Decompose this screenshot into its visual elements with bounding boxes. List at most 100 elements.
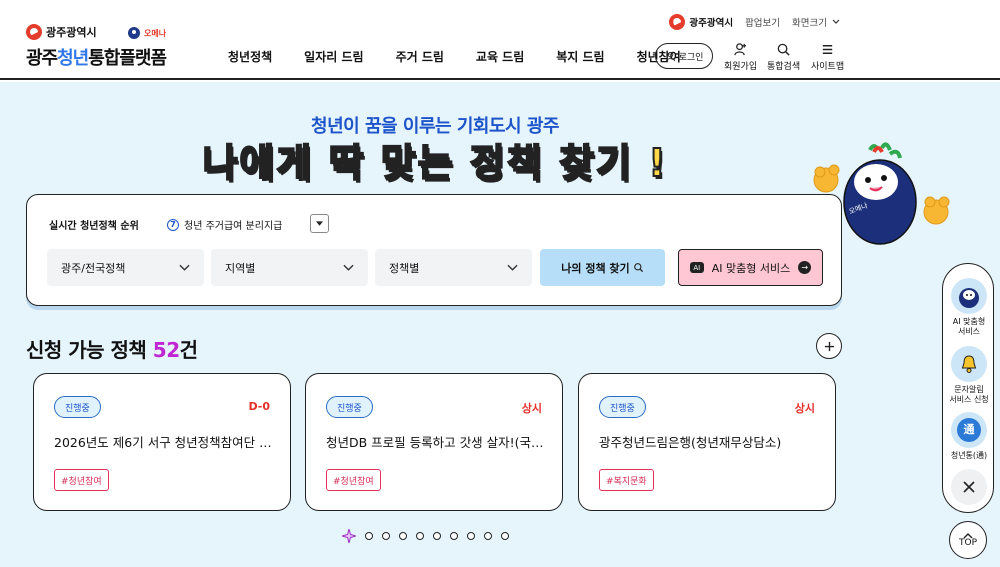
quick-menu: AI 맞춤형 서비스 문자알림 서비스 신청 通 청년통(通) [942, 263, 994, 513]
policy-tag[interactable]: #청년참여 [54, 469, 109, 491]
quick-sms-label-1: 문자알림 [954, 385, 984, 394]
region-scope-select[interactable]: 광주/전국정책 [47, 249, 204, 286]
menu-icon [822, 45, 833, 54]
user-icon [665, 51, 675, 61]
policy-type-select[interactable]: 정책별 [375, 249, 532, 286]
scroll-top-label: TOP [958, 537, 977, 548]
login-label: 로그인 [678, 52, 704, 63]
bell-icon [951, 346, 987, 382]
search-icon [633, 263, 643, 273]
main-nav: 청년정책 일자리 드림 주거 드림 교육 드림 복지 드림 청년참여 [212, 48, 697, 65]
plus-icon [824, 341, 834, 351]
policy-count-unit: 건 [179, 338, 198, 362]
policy-card[interactable]: 진행중 D-0 2026년도 제6기 서구 청년정책참여단 … #청년참여 [33, 373, 291, 511]
signup-label: 회원가입 [724, 62, 758, 72]
font-size-toggle[interactable]: 화면크기 [792, 15, 840, 29]
ai-service-button[interactable]: AI AI 맞춤형 서비스 → [678, 249, 823, 286]
nav-education[interactable]: 교육 드림 [476, 48, 524, 65]
font-size-label: 화면크기 [792, 18, 827, 29]
search-label: 통합검색 [767, 62, 801, 72]
scroll-top-button[interactable]: TOP [949, 521, 987, 559]
pagination-dot[interactable] [501, 532, 509, 540]
policy-title: 2026년도 제6기 서구 청년정책참여단 … [54, 435, 272, 450]
gwangju-emblem-icon [669, 14, 686, 30]
quick-ai-service[interactable]: AI 맞춤형 서비스 [943, 278, 995, 337]
rank-label: 실시간 청년정책 순위 [49, 221, 139, 232]
pagination-dot[interactable] [450, 532, 458, 540]
find-my-policy-label: 나의 정책 찾기 [561, 261, 630, 275]
gwangju-emblem-icon [26, 24, 42, 40]
pagination-dot[interactable] [467, 532, 475, 540]
more-policies-button[interactable] [816, 333, 842, 359]
nav-youth-policy[interactable]: 청년정책 [228, 48, 272, 65]
pagination-dot[interactable] [416, 532, 424, 540]
sparkle-active-icon[interactable] [342, 529, 356, 543]
nav-welfare[interactable]: 복지 드림 [556, 48, 604, 65]
utility-bar: 광주광역시 팝업보기 화면크기 [669, 14, 840, 30]
ai-badge-icon: AI [689, 262, 704, 273]
find-my-policy-button[interactable]: 나의 정책 찾기 [540, 249, 665, 286]
policy-title: 광주청년드림은행(청년재무상담소) [599, 435, 782, 450]
brand-suffix: 통합플랫폼 [88, 48, 167, 69]
dday-label: D-0 [248, 400, 270, 413]
hero-title-part: 찾기 ! [543, 140, 668, 186]
tong-badge-icon: 通 [951, 412, 987, 448]
mascot-logo-icon: 오메나 [128, 27, 167, 39]
chevron-down-icon [507, 264, 518, 271]
quick-youth-tong[interactable]: 通 청년통(通) [943, 412, 995, 461]
quick-sms-alert[interactable]: 문자알림 서비스 신청 [943, 346, 995, 405]
status-badge: 진행중 [326, 396, 373, 418]
hero-title-part: 정책 [469, 140, 544, 186]
caret-down-icon [316, 221, 323, 226]
brand-name: 광주청년통합플랫폼 [26, 44, 167, 70]
policy-card[interactable]: 진행중 상시 광주청년드림은행(청년재무상담소) #복지문화 [578, 373, 836, 511]
nav-jobs[interactable]: 일자리 드림 [304, 48, 363, 65]
rank-item[interactable]: 7 청년 주거급여 분리지급 [167, 217, 282, 232]
pagination-dot[interactable] [433, 532, 441, 540]
mascot-logo: 오메나 [124, 24, 170, 44]
rank-number: 7 [167, 218, 179, 231]
chevron-down-icon [832, 19, 840, 24]
ai-mascot-icon [951, 278, 987, 314]
policy-type-value: 정책별 [389, 261, 420, 275]
search-link[interactable]: 통합검색 [767, 42, 800, 72]
sitemap-link[interactable]: 사이트맵 [811, 42, 844, 72]
close-icon [963, 481, 975, 493]
user-plus-icon [734, 43, 747, 56]
status-badge: 진행중 [599, 396, 646, 418]
tong-badge-char: 通 [957, 418, 981, 442]
signup-link[interactable]: 회원가입 [724, 42, 757, 72]
login-button[interactable]: 로그인 [655, 43, 713, 69]
policy-tag[interactable]: #복지문화 [599, 469, 654, 491]
policy-search-panel: 실시간 청년정책 순위 7 청년 주거급여 분리지급 광주/전국정책 지역별 정… [26, 194, 842, 306]
hero-title-part: 나에게 [201, 140, 329, 186]
policy-card[interactable]: 진행중 상시 청년DB 프로필 등록하고 갓생 살자!(국… #청년참여 [305, 373, 563, 511]
util-city-link[interactable]: 광주광역시 [669, 14, 733, 30]
pagination-dot[interactable] [365, 532, 373, 540]
pagination-dot[interactable] [399, 532, 407, 540]
hero-title: 나에게 딱 맞는 정책 찾기 ! [0, 132, 870, 187]
hero-title-part: 맞는 [365, 140, 470, 186]
city-name: 광주광역시 [46, 26, 97, 39]
nav-housing[interactable]: 주거 드림 [396, 48, 444, 65]
rank-text: 청년 주거급여 분리지급 [184, 221, 283, 232]
region-select[interactable]: 지역별 [211, 249, 368, 286]
ai-service-label: AI 맞춤형 서비스 [711, 261, 791, 275]
mascot-logo-text: 오메나 [144, 28, 167, 38]
popup-link[interactable]: 팝업보기 [745, 15, 780, 29]
dday-label: 상시 [521, 402, 542, 415]
policy-title: 청년DB 프로필 등록하고 갓생 살자!(국… [326, 435, 544, 450]
quick-tong-label: 청년통(通) [950, 451, 988, 460]
util-city-label: 광주광역시 [689, 18, 734, 29]
hero-title-part: 딱 [328, 140, 366, 186]
policy-tag[interactable]: #청년참여 [326, 469, 381, 491]
pagination-dot[interactable] [382, 532, 390, 540]
carousel-pagination [342, 529, 509, 543]
rank-dropdown-button[interactable] [310, 214, 329, 233]
quick-ai-label-2: 서비스 [957, 327, 981, 336]
pagination-dot[interactable] [484, 532, 492, 540]
brand-highlight: 청년 [57, 48, 89, 69]
chevron-down-icon [179, 264, 190, 271]
status-badge: 진행중 [54, 396, 101, 418]
quick-menu-close-button[interactable] [951, 469, 987, 505]
